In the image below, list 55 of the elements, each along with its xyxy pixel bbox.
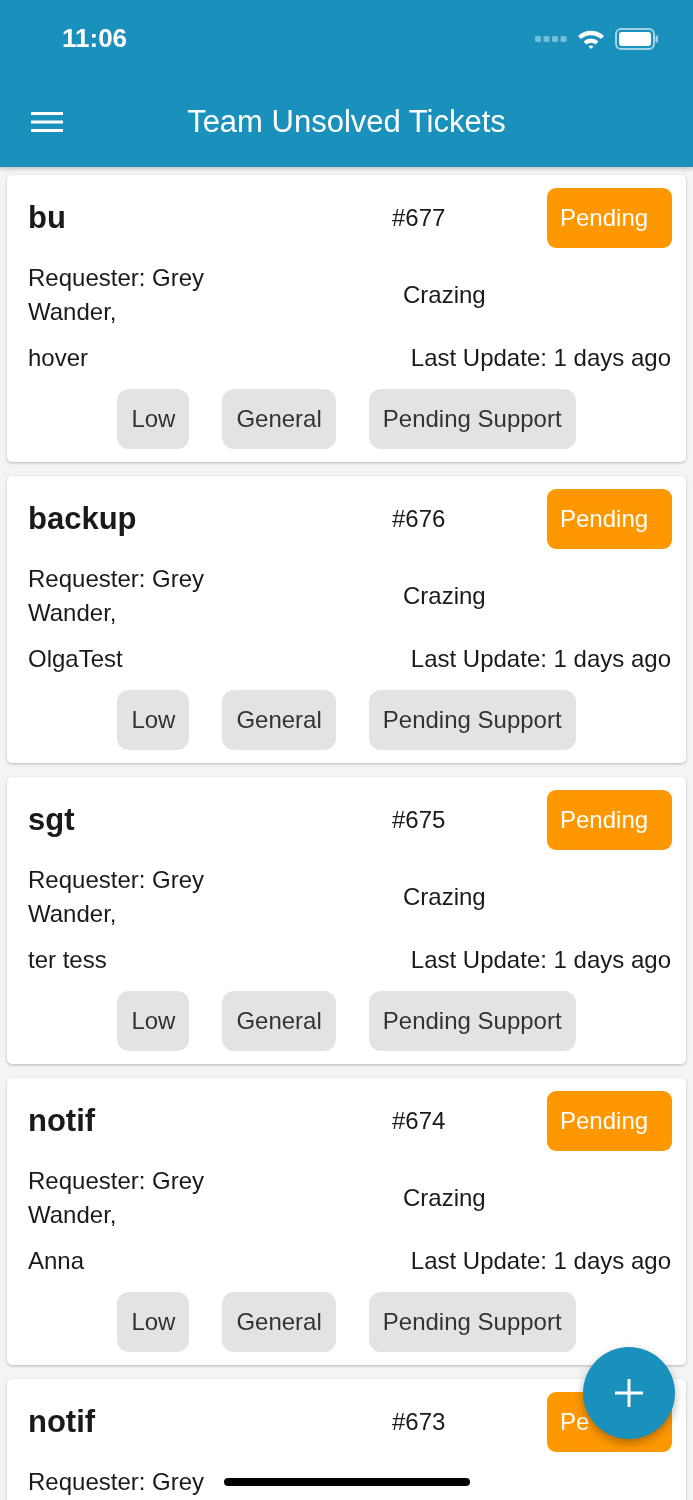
- ticket-card[interactable]: notif #673 Pe Requester: Grey: [7, 1379, 686, 1500]
- ticket-card[interactable]: notif #674 Pending Requester: Grey Wander, Crazing Anna Last Update: 1 days ago Low General Pending Support: [7, 1078, 686, 1365]
- tag-chip: Low: [117, 991, 190, 1051]
- ticket-number: #675: [392, 806, 447, 834]
- tag-chip: General: [222, 1292, 336, 1352]
- status-badge: Pending: [547, 790, 672, 850]
- last-update-text: Last Update: 1 days ago: [410, 1246, 671, 1276]
- tag-chip: Low: [117, 389, 190, 449]
- ticket-card[interactable]: sgt #675 Pending Requester: Grey Wander, Crazing ter tess Last Update: 1 days ago Low General Pending Support: [7, 777, 686, 1064]
- tag-chip: General: [222, 991, 336, 1051]
- battery-icon: [615, 28, 659, 50]
- tag-chip: Pending Support: [368, 389, 576, 449]
- requester-text: Requester: Grey Wander,: [28, 263, 206, 327]
- requester-text: Requester: Grey Wander,: [28, 564, 206, 628]
- status-badge: Pending: [547, 188, 672, 248]
- tag-chip: Pending Support: [368, 991, 576, 1051]
- ticket-title: sgt: [27, 802, 76, 838]
- status-badge: Pending: [547, 489, 672, 549]
- tag-chip: Low: [117, 1292, 190, 1352]
- page-title: Team Unsolved Tickets: [187, 103, 506, 140]
- ticket-title: backup: [27, 501, 138, 537]
- ticket-number: #673: [392, 1408, 447, 1436]
- ticket-number: #677: [392, 204, 447, 232]
- ticket-card[interactable]: backup #676 Pending Requester: Grey Wander, Crazing OlgaTest Last Update: 1 days ago Low General Pending Support: [7, 476, 686, 763]
- ticket-title: bu: [27, 200, 67, 236]
- tag-chip: Pending Support: [368, 1292, 576, 1352]
- requester-text: Requester: Grey Wander,: [28, 865, 206, 929]
- last-update-text: Last Update: 1 days ago: [410, 644, 671, 674]
- requester-text: Requester: Grey Wander,: [28, 1166, 206, 1230]
- status-time: 11:06: [62, 22, 128, 54]
- ticket-card[interactable]: bu #677 Pending Requester: Grey Wander, Crazing hover Last Update: 1 days ago Low General Pending Support: [7, 175, 686, 462]
- ticket-title: notif: [27, 1404, 97, 1440]
- ticket-note: Anna: [28, 1246, 85, 1276]
- ticket-note: hover: [28, 343, 89, 373]
- status-badge: Pending: [547, 1091, 672, 1151]
- tag-chip: Pending Support: [368, 690, 576, 750]
- ticket-note: OlgaTest: [28, 644, 123, 674]
- wifi-icon: [577, 28, 605, 50]
- category-text: Crazing: [403, 1184, 486, 1212]
- tag-chip: General: [222, 389, 336, 449]
- last-update-text: Last Update: 1 days ago: [410, 945, 671, 975]
- tag-chip: Low: [117, 690, 190, 750]
- last-update-text: Last Update: 1 days ago: [410, 343, 671, 373]
- ticket-number: #676: [392, 505, 447, 533]
- ticket-number: #674: [392, 1107, 447, 1135]
- ticket-note: ter tess: [28, 945, 107, 975]
- tag-chip: General: [222, 690, 336, 750]
- requester-text: Requester: Grey: [28, 1467, 206, 1497]
- menu-button[interactable]: [31, 110, 63, 133]
- category-text: Crazing: [403, 281, 486, 309]
- category-text: Crazing: [403, 582, 486, 610]
- plus-icon: [615, 1379, 643, 1407]
- ticket-title: notif: [27, 1103, 97, 1139]
- category-text: Crazing: [403, 883, 486, 911]
- signal-icon: [535, 35, 567, 43]
